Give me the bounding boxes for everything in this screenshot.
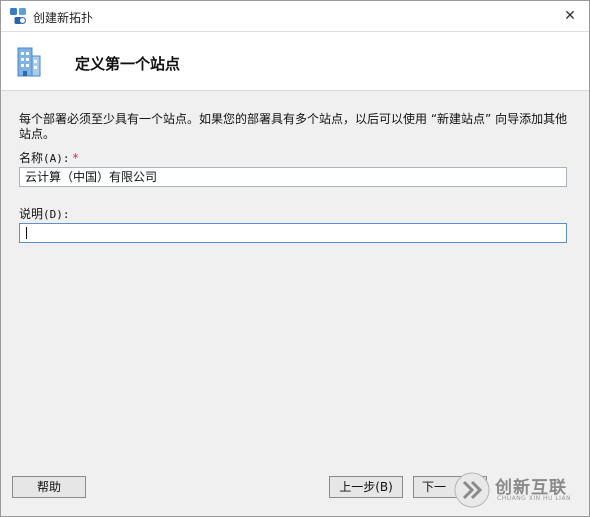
back-button[interactable]: 上一步(B) [329,476,403,498]
wizard-header: 定义第一个站点 [1,32,589,91]
building-icon [13,44,43,78]
help-button[interactable]: 帮助 [12,476,86,498]
dialog-window: 创建新拓扑 ✕ 定义第一个站点 每个部署必须至少具有一个站点。如果您的部署具有多… [0,0,590,517]
title-bar: 创建新拓扑 ✕ [1,1,589,32]
name-label-mnemonic: (A): [43,152,70,165]
required-marker: * [72,151,79,165]
close-icon: ✕ [564,8,576,24]
site-name-input[interactable]: 云计算（中国）有限公司 [19,167,567,187]
description-label-mnemonic: (D): [43,208,70,221]
wizard-content: 每个部署必须至少具有一个站点。如果您的部署具有多个站点，以后可以使用 “新建站点… [1,91,589,471]
name-label-text: 名称 [19,151,44,165]
topology-app-icon [9,7,27,25]
page-title: 定义第一个站点 [75,55,181,73]
window-title: 创建新拓扑 [33,11,94,25]
text-caret [26,227,27,239]
close-button[interactable]: ✕ [559,5,581,27]
instructions-text: 每个部署必须至少具有一个站点。如果您的部署具有多个站点，以后可以使用 “新建站点… [19,112,568,141]
watermark-logo: 创新互联 CHUANG XIN HU LIAN [453,471,590,509]
site-description-input[interactable] [19,223,567,243]
name-label: 名称(A): * [19,149,79,166]
description-label: 说明(D): [19,205,70,222]
watermark-subtext: CHUANG XIN HU LIAN [497,495,572,502]
description-label-text: 说明 [19,207,44,221]
site-name-value: 云计算（中国）有限公司 [25,170,158,184]
